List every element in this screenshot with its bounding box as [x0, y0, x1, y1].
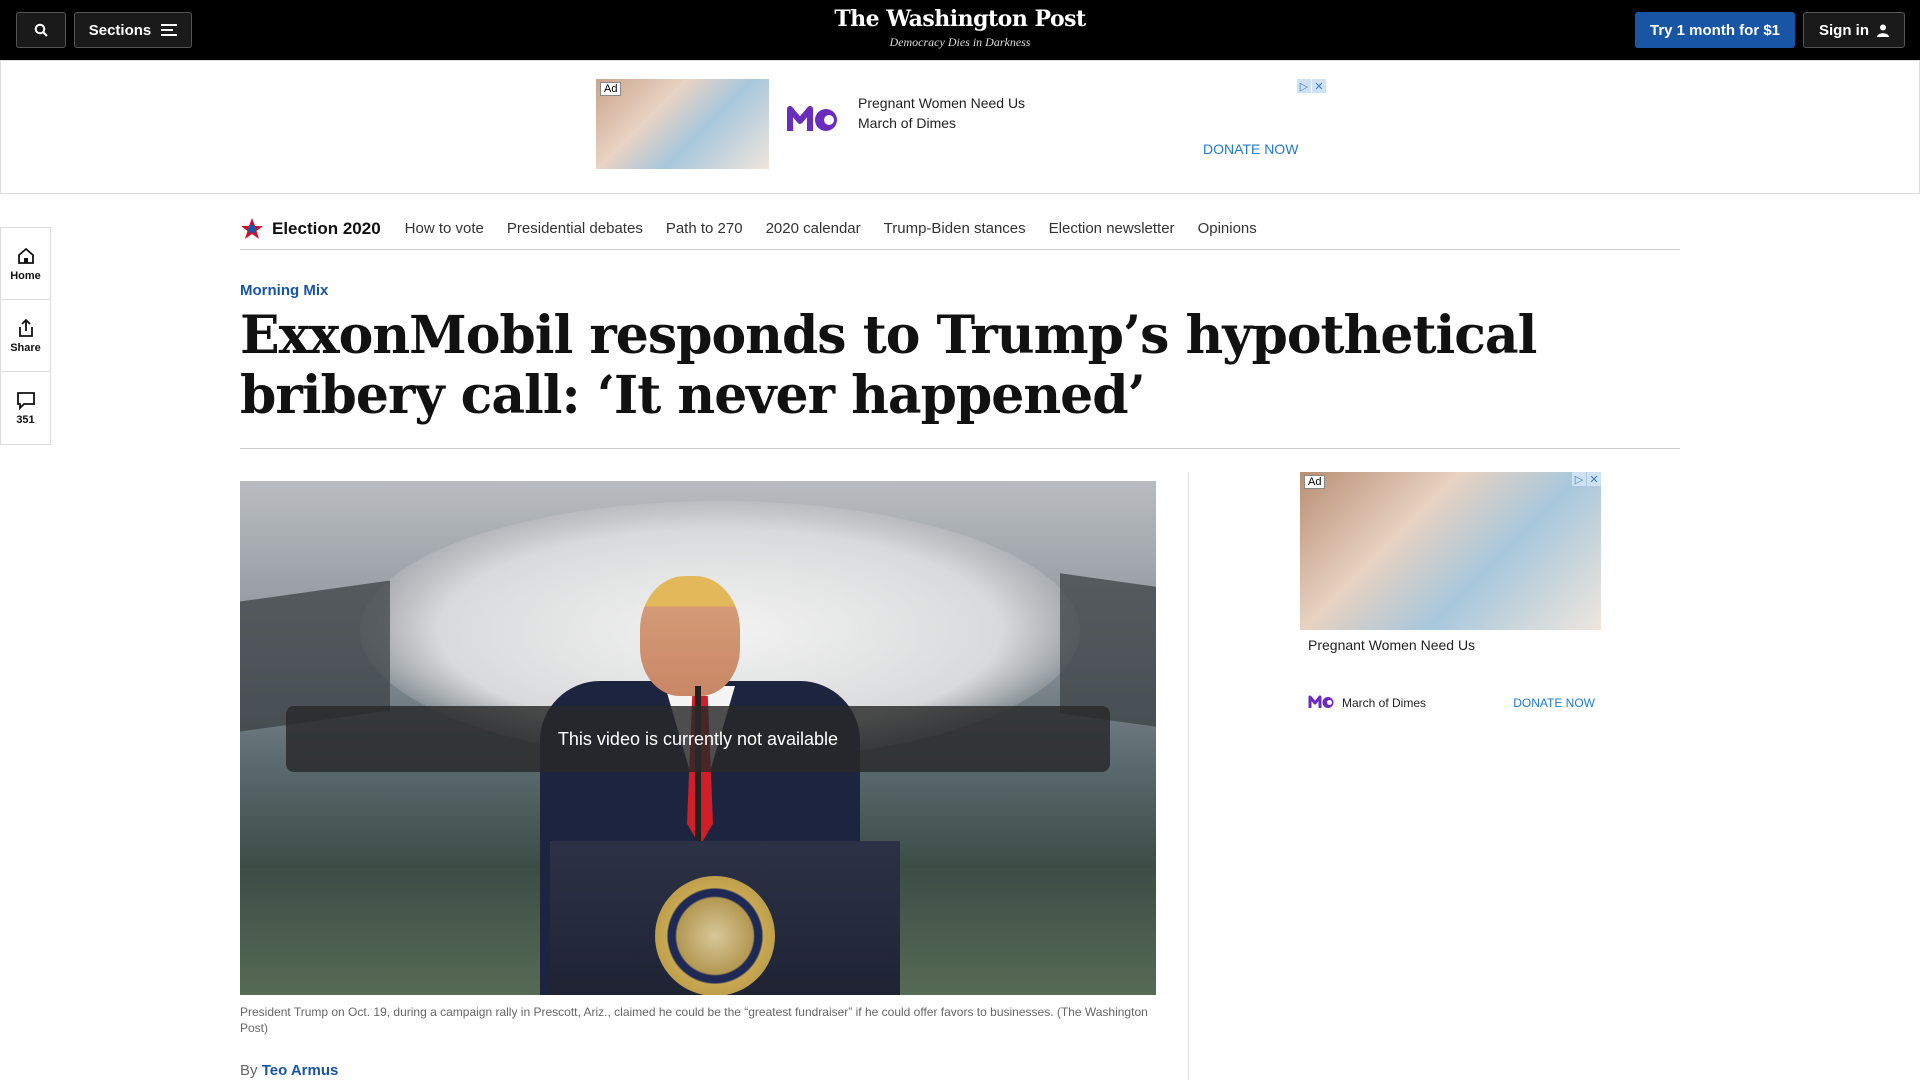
user-icon: [1877, 24, 1889, 37]
headline-divider: [240, 448, 1680, 449]
close-icon[interactable]: ✕: [1312, 79, 1326, 93]
nav-title[interactable]: Election 2020: [272, 219, 381, 239]
author-link[interactable]: Teo Armus: [262, 1062, 339, 1079]
rail-comments-button[interactable]: 351: [1, 372, 50, 444]
left-rail: Home Share 351: [0, 227, 51, 445]
comment-icon: [16, 392, 35, 410]
side-ad-donate-link[interactable]: DONATE NOW: [1513, 696, 1595, 710]
logo-tagline: Democracy Dies in Darkness: [889, 35, 1031, 49]
ad-donate-link[interactable]: DONATE NOW: [1203, 141, 1298, 157]
side-ad-image[interactable]: Ad ▷ ✕: [1300, 472, 1601, 630]
comment-count: 351: [16, 414, 35, 426]
site-logo[interactable]: The Washington Post Democracy Dies in Da…: [760, 6, 1160, 50]
march-of-dimes-logo: [1308, 695, 1334, 708]
ad-headline: Pregnant Women Need Us: [858, 95, 1026, 111]
search-button[interactable]: [16, 12, 66, 48]
sections-button[interactable]: Sections: [74, 12, 192, 48]
ad-image[interactable]: Ad: [596, 79, 769, 169]
menu-icon: [161, 24, 178, 36]
rail-share-label: Share: [10, 341, 41, 354]
nav-item-2020-calendar[interactable]: 2020 calendar: [766, 220, 861, 237]
march-of-dimes-logo: [787, 106, 837, 131]
side-ad-badge: Ad: [1304, 475, 1326, 489]
side-ad-controls: ▷ ✕: [1572, 472, 1601, 486]
ad-choices-icon[interactable]: ▷: [1572, 472, 1586, 486]
election-star-icon: [241, 217, 263, 240]
byline-prefix: By: [240, 1062, 258, 1079]
nav-item-trump-biden-stances[interactable]: Trump-Biden stances: [884, 220, 1026, 237]
home-icon: [17, 247, 34, 264]
nav-item-how-to-vote[interactable]: How to vote: [405, 220, 484, 237]
column-divider: [1188, 472, 1189, 1080]
side-ad-headline: Pregnant Women Need Us: [1308, 637, 1476, 653]
subscribe-button[interactable]: Try 1 month for $1: [1635, 12, 1795, 48]
sections-label: Sections: [88, 21, 152, 39]
ad-brand: March of Dimes: [858, 115, 957, 131]
close-icon[interactable]: ✕: [1587, 472, 1601, 486]
top-ad-container: Ad Pregnant Women Need Us March of Dimes…: [0, 60, 1920, 194]
nav-item-election-newsletter[interactable]: Election newsletter: [1049, 220, 1175, 237]
video-caption: President Trump on Oct. 19, during a cam…: [240, 1005, 1148, 1035]
share-icon: [18, 318, 33, 337]
sign-in-button[interactable]: Sign in: [1803, 12, 1905, 48]
rail-home-button[interactable]: Home: [1, 228, 50, 300]
article-headline: ExxonMobil responds to Trump’s hypotheti…: [240, 305, 1537, 426]
nav-item-path-to-270[interactable]: Path to 270: [666, 220, 743, 237]
logo-title: The Washington Post: [834, 6, 1086, 32]
top-ad[interactable]: Ad Pregnant Women Need Us March of Dimes…: [596, 79, 1326, 169]
search-icon: [34, 23, 48, 37]
article-kicker[interactable]: Morning Mix: [240, 282, 328, 299]
ad-choices-icon[interactable]: ▷: [1297, 79, 1311, 93]
video-unavailable-message: This video is currently not available: [286, 706, 1110, 772]
rail-home-label: Home: [10, 269, 41, 282]
ad-badge: Ad: [600, 82, 622, 96]
top-bar: Sections The Washington Post Democracy D…: [0, 0, 1920, 60]
ad-controls: ▷ ✕: [1297, 79, 1326, 93]
sign-in-label: Sign in: [1819, 21, 1869, 39]
rail-share-button[interactable]: Share: [1, 300, 50, 372]
side-ad-brand: March of Dimes: [1342, 696, 1427, 710]
election-nav: Election 2020 How to vote Presidential d…: [240, 208, 1680, 250]
nav-item-presidential-debates[interactable]: Presidential debates: [507, 220, 643, 237]
nav-item-opinions[interactable]: Opinions: [1198, 220, 1257, 237]
video-speaker-head: [640, 576, 740, 696]
byline: By Teo Armus: [240, 1062, 338, 1079]
presidential-seal: [655, 876, 775, 995]
video-player[interactable]: This video is currently not available: [240, 481, 1156, 995]
side-ad[interactable]: Ad ▷ ✕ Pregnant Women Need Us March of D…: [1300, 472, 1601, 722]
